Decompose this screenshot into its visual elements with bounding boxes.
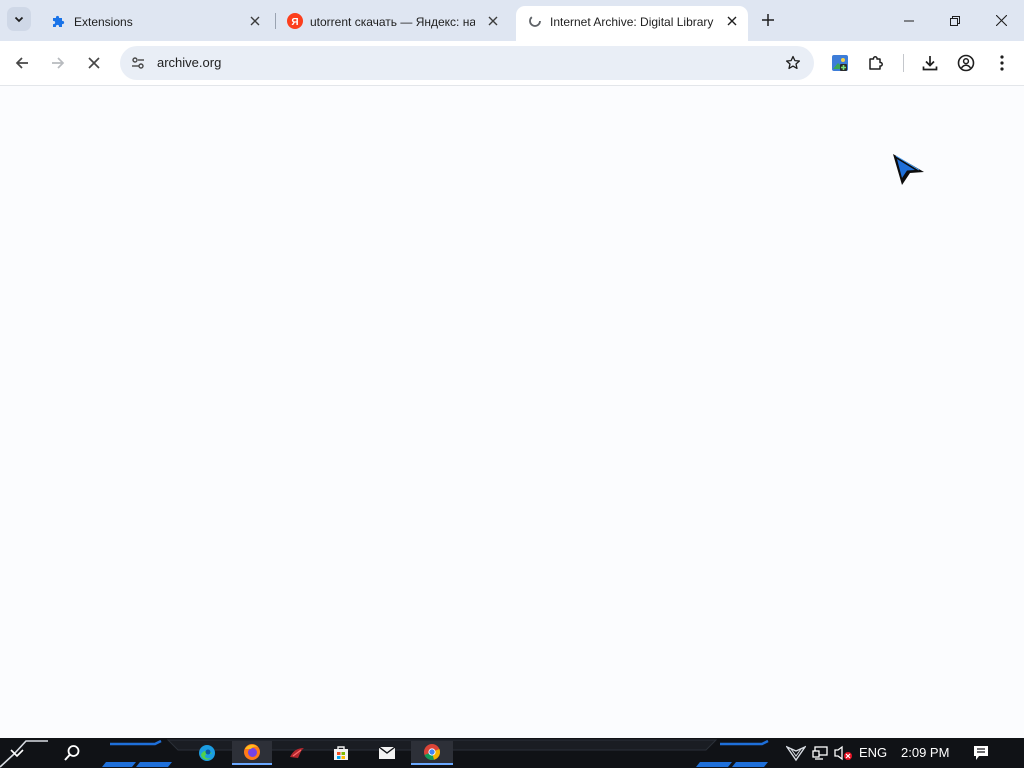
profile-icon bbox=[957, 54, 975, 72]
taskbar-app-game[interactable] bbox=[284, 741, 310, 765]
clock-time[interactable]: 2:09 PM bbox=[901, 745, 949, 761]
close-window-button[interactable] bbox=[978, 0, 1024, 41]
minimize-icon bbox=[904, 20, 914, 21]
forward-button[interactable] bbox=[44, 49, 72, 77]
downloads-button[interactable] bbox=[916, 49, 944, 77]
minimize-button[interactable] bbox=[886, 0, 932, 41]
extension-image-button[interactable] bbox=[826, 49, 854, 77]
close-icon bbox=[995, 15, 1007, 26]
search-button[interactable] bbox=[59, 741, 85, 765]
mouse-cursor-icon bbox=[893, 154, 924, 185]
taskbar-app-edge[interactable] bbox=[194, 741, 220, 765]
tab-yandex-search[interactable]: Я utorrent скачать — Яндекс: на bbox=[276, 6, 514, 41]
mail-icon bbox=[378, 746, 396, 759]
menu-button[interactable] bbox=[988, 49, 1016, 77]
arrow-left-icon bbox=[15, 57, 28, 69]
address-bar[interactable]: archive.org bbox=[120, 46, 814, 80]
shield-logo-icon bbox=[786, 745, 806, 762]
close-icon bbox=[727, 16, 737, 26]
restore-button[interactable] bbox=[932, 0, 978, 41]
action-center-button[interactable] bbox=[969, 741, 993, 765]
download-icon bbox=[922, 56, 938, 71]
edge-icon bbox=[199, 745, 215, 761]
browser-toolbar: archive.org bbox=[0, 41, 1024, 86]
tab-title: Extensions bbox=[74, 15, 133, 29]
toolbar-divider bbox=[903, 54, 904, 72]
notification-icon bbox=[974, 746, 988, 760]
firefox-icon bbox=[244, 744, 260, 760]
more-vert-icon bbox=[1000, 55, 1004, 71]
extensions-button[interactable] bbox=[862, 49, 890, 77]
close-icon bbox=[488, 16, 498, 26]
start-button[interactable] bbox=[6, 741, 28, 765]
close-icon bbox=[250, 16, 260, 26]
network-icon bbox=[812, 746, 828, 760]
tab-search-button[interactable] bbox=[7, 7, 31, 31]
profile-button[interactable] bbox=[952, 49, 980, 77]
loading-icon bbox=[527, 13, 543, 29]
puzzle-icon bbox=[51, 13, 67, 29]
start-icon bbox=[10, 749, 24, 758]
stop-loading-button[interactable] bbox=[80, 49, 108, 77]
url-text: archive.org bbox=[157, 55, 222, 70]
yandex-icon: Я bbox=[287, 13, 303, 29]
back-button[interactable] bbox=[8, 49, 36, 77]
search-icon bbox=[64, 745, 80, 761]
site-settings-icon[interactable] bbox=[126, 51, 150, 75]
tab-title: Internet Archive: Digital Library bbox=[550, 15, 714, 29]
game-icon bbox=[290, 748, 304, 758]
chevron-down-icon bbox=[14, 16, 24, 23]
page-content-blank[interactable] bbox=[0, 87, 1024, 738]
tab-strip: Extensions Я utorrent скачать — Яндекс: … bbox=[0, 0, 1024, 41]
input-language[interactable]: ENG bbox=[859, 745, 887, 761]
taskbar-app-store[interactable] bbox=[328, 741, 354, 765]
picture-extension-icon bbox=[832, 55, 848, 71]
taskbar-app-chrome[interactable] bbox=[411, 741, 453, 765]
tray-volume-button[interactable] bbox=[832, 741, 854, 765]
plus-icon bbox=[762, 14, 774, 26]
tab-close-button[interactable] bbox=[484, 12, 502, 30]
tab-close-button[interactable] bbox=[723, 12, 741, 30]
tab-internet-archive[interactable]: Internet Archive: Digital Library bbox=[516, 6, 748, 41]
tab-title: utorrent скачать — Яндекс: на bbox=[310, 15, 475, 29]
svg-text:Я: Я bbox=[291, 17, 298, 28]
tab-extensions[interactable]: Extensions bbox=[40, 6, 272, 41]
bookmark-star-icon[interactable] bbox=[782, 52, 804, 74]
volume-muted-icon bbox=[834, 745, 852, 761]
taskbar-app-mail[interactable] bbox=[374, 741, 400, 765]
restore-icon bbox=[950, 15, 960, 26]
tray-network-button[interactable] bbox=[810, 741, 830, 765]
tray-armoury-button[interactable] bbox=[784, 741, 808, 765]
new-tab-button[interactable] bbox=[757, 9, 779, 31]
taskbar-app-firefox[interactable] bbox=[232, 741, 272, 765]
store-icon bbox=[334, 746, 348, 760]
chrome-icon bbox=[424, 744, 441, 761]
tab-close-button[interactable] bbox=[246, 12, 264, 30]
taskbar: ENG 2:09 PM bbox=[0, 738, 1024, 768]
puzzle-icon bbox=[869, 56, 883, 70]
arrow-right-icon bbox=[52, 57, 65, 69]
close-icon bbox=[88, 57, 100, 69]
